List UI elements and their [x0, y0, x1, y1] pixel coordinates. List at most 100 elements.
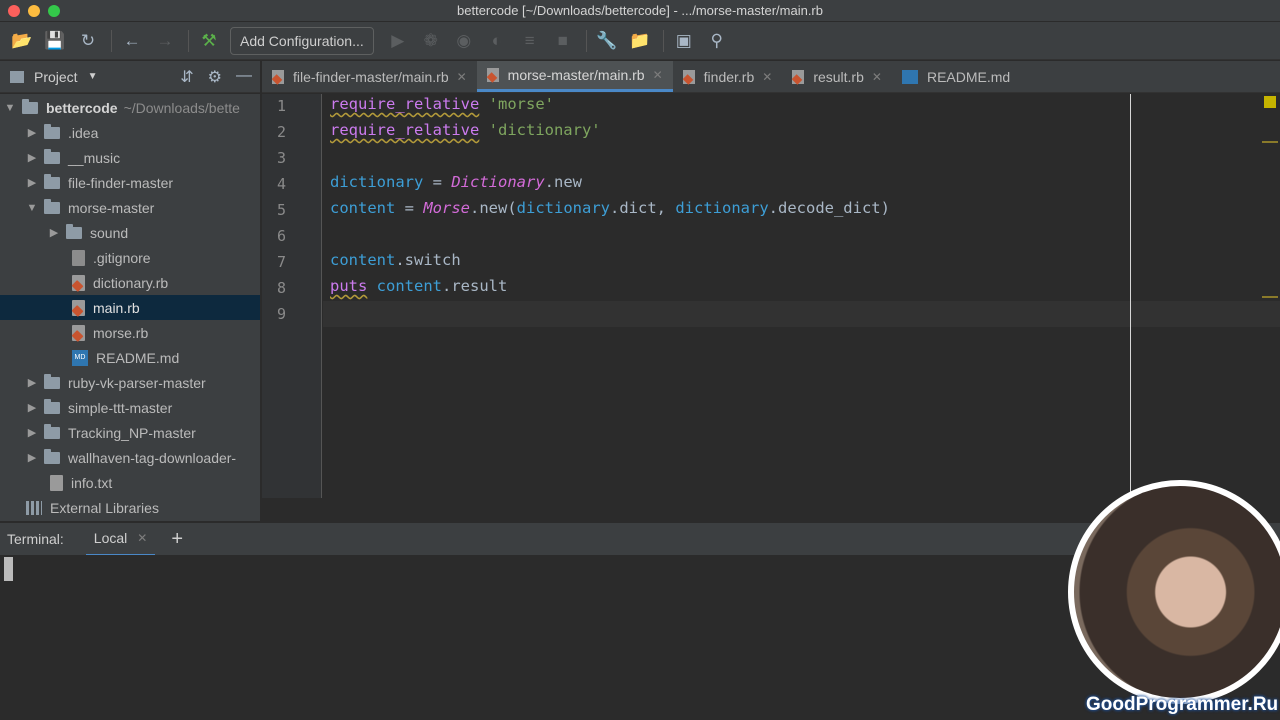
toolbar-separator — [111, 29, 112, 52]
code-token: puts — [330, 277, 368, 295]
profile-icon[interactable]: ◐ — [485, 29, 509, 53]
add-terminal-button[interactable]: + — [171, 528, 183, 551]
line-number[interactable]: 4 — [262, 175, 286, 193]
project-view-selector[interactable]: Project — [34, 69, 78, 85]
code-line: dictionary = Dictionary.new — [330, 173, 582, 191]
tree-item-morse-master[interactable]: ▼ morse-master — [0, 195, 260, 220]
tab-morse-main-rb[interactable]: morse-master/main.rb ✕ — [476, 61, 673, 92]
debug-icon[interactable]: ❁ — [419, 29, 443, 53]
tree-item-info-txt[interactable]: info.txt — [0, 470, 260, 495]
line-number[interactable]: 7 — [262, 253, 286, 271]
project-panel-header: Project ▼ ⇵ ⚙ — — [0, 61, 260, 93]
project-tree: ▼ bettercode ~/Downloads/bette ▶ .idea ▶… — [0, 94, 260, 521]
ruby-file-icon — [72, 299, 85, 316]
close-icon[interactable]: ✕ — [137, 531, 147, 545]
close-window-button[interactable] — [8, 5, 20, 17]
tree-item-simple-ttt-master[interactable]: ▶ simple-ttt-master — [0, 395, 260, 420]
close-icon[interactable]: ✕ — [762, 70, 772, 84]
tree-item-label: info.txt — [71, 474, 113, 491]
chevron-right-icon[interactable]: ▶ — [26, 426, 38, 439]
concurrency-icon[interactable]: ≡ — [518, 29, 542, 53]
close-icon[interactable]: ✕ — [872, 70, 882, 84]
markdown-file-icon: MD — [72, 349, 88, 366]
terminal-icon[interactable]: ▣ — [672, 29, 696, 53]
line-number[interactable]: 3 — [262, 149, 286, 167]
tree-item-label: morse-master — [68, 199, 155, 216]
tree-item-file-finder-master[interactable]: ▶ file-finder-master — [0, 170, 260, 195]
chevron-down-icon[interactable]: ▼ — [88, 71, 98, 82]
open-folder-icon[interactable]: 📂 — [10, 29, 34, 53]
tree-item-readme-md[interactable]: MD README.md — [0, 345, 260, 370]
error-stripe-mark[interactable] — [1262, 296, 1278, 298]
tree-item-idea[interactable]: ▶ .idea — [0, 120, 260, 145]
chevron-right-icon[interactable]: ▶ — [48, 226, 60, 239]
chevron-right-icon[interactable]: ▶ — [26, 376, 38, 389]
folder-icon — [22, 98, 38, 114]
maximize-window-button[interactable] — [48, 5, 60, 17]
hide-panel-icon[interactable]: — — [236, 67, 252, 87]
settings-wrench-icon[interactable]: 🔧 — [595, 29, 619, 53]
tab-finder-rb[interactable]: finder.rb ✕ — [673, 61, 783, 92]
line-number[interactable]: 6 — [262, 227, 286, 245]
chevron-right-icon[interactable]: ▶ — [26, 401, 38, 414]
stop-icon[interactable]: ■ — [551, 29, 575, 53]
tree-item-gitignore[interactable]: .gitignore — [0, 245, 260, 270]
minimize-window-button[interactable] — [28, 5, 40, 17]
forward-icon[interactable]: → — [153, 29, 177, 53]
tab-label: README.md — [926, 68, 1011, 85]
tree-item-music[interactable]: ▶ __music — [0, 145, 260, 170]
chevron-right-icon[interactable]: ▶ — [26, 176, 38, 189]
tab-result-rb[interactable]: result.rb ✕ — [782, 61, 892, 92]
search-icon[interactable]: ⚲ — [705, 29, 729, 53]
tree-item-dictionary-rb[interactable]: dictionary.rb — [0, 270, 260, 295]
code-token: .new( — [470, 199, 517, 217]
tree-item-wallhaven-tag-downloader[interactable]: ▶ wallhaven-tag-downloader- — [0, 445, 260, 470]
terminal-tab-local[interactable]: Local ✕ — [85, 523, 156, 556]
tree-item-morse-rb[interactable]: morse.rb — [0, 320, 260, 345]
tab-file-finder-main-rb[interactable]: file-finder-master/main.rb ✕ — [262, 61, 477, 92]
tree-item-sound[interactable]: ▶ sound — [0, 220, 260, 245]
tree-item-label: bettercode — [46, 99, 118, 116]
line-number[interactable]: 2 — [262, 123, 286, 141]
coverage-icon[interactable]: ◉ — [452, 29, 476, 53]
folder-icon — [44, 148, 60, 164]
close-icon[interactable]: ✕ — [653, 68, 663, 82]
collapse-all-icon[interactable]: ⇵ — [180, 67, 193, 87]
chevron-right-icon[interactable]: ▶ — [26, 126, 38, 139]
run-icon[interactable]: ▶ — [386, 29, 410, 53]
tab-readme-md[interactable]: README.md — [892, 61, 1020, 92]
code-line: require_relative 'morse' — [330, 95, 554, 113]
line-number[interactable]: 5 — [262, 201, 286, 219]
add-configuration-button[interactable]: Add Configuration... — [230, 26, 374, 55]
line-number[interactable]: 1 — [262, 97, 286, 115]
tree-item-tracking-np-master[interactable]: ▶ Tracking_NP-master — [0, 420, 260, 445]
inspection-status-icon[interactable] — [1264, 96, 1276, 108]
code-token: content — [376, 277, 442, 295]
code-token: require_relative — [330, 95, 480, 113]
project-structure-icon[interactable]: 📁 — [628, 29, 652, 53]
tree-item-ruby-vk-parser-master[interactable]: ▶ ruby-vk-parser-master — [0, 370, 260, 395]
back-icon[interactable]: ← — [120, 29, 144, 53]
save-icon[interactable]: 💾 — [43, 29, 67, 53]
close-icon[interactable]: ✕ — [457, 70, 467, 84]
chevron-down-icon[interactable]: ▼ — [26, 202, 38, 214]
chevron-right-icon[interactable]: ▶ — [26, 151, 38, 164]
sync-icon[interactable]: ↻ — [76, 29, 100, 53]
gear-icon[interactable]: ⚙ — [208, 67, 222, 87]
code-token: 'morse' — [488, 95, 554, 113]
folder-icon — [44, 123, 60, 139]
line-number[interactable]: 9 — [262, 305, 286, 323]
build-hammer-icon[interactable]: ⚒ — [197, 29, 221, 53]
tree-item-external-libraries[interactable]: External Libraries — [0, 495, 260, 520]
error-stripe-mark[interactable] — [1262, 141, 1278, 143]
line-number[interactable]: 8 — [262, 279, 286, 297]
tree-item-bettercode[interactable]: ▼ bettercode ~/Downloads/bette — [0, 95, 260, 120]
folder-icon — [44, 398, 60, 414]
chevron-down-icon[interactable]: ▼ — [4, 102, 16, 114]
chevron-right-icon[interactable]: ▶ — [26, 451, 38, 464]
folder-icon — [44, 173, 60, 189]
code-editor[interactable] — [323, 94, 1280, 498]
tree-item-label: README.md — [96, 349, 180, 366]
tree-item-main-rb[interactable]: main.rb — [0, 295, 260, 320]
